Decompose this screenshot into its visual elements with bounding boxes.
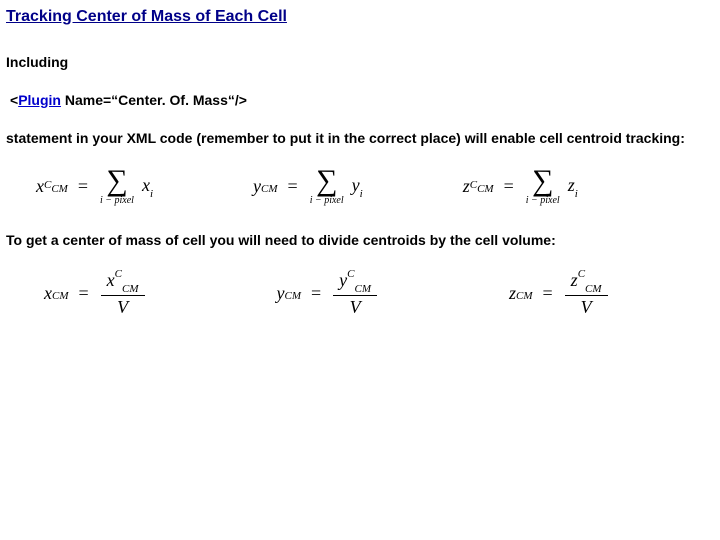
equals-sign-z: = xyxy=(504,176,514,197)
plugin-token: Plugin xyxy=(18,92,61,108)
eq-zc-rhs: zi xyxy=(568,175,578,199)
var-z: z xyxy=(463,176,470,197)
sigma-limit-z: i − pixel xyxy=(526,196,560,206)
sigma-limit-y: i − pixel xyxy=(310,196,344,206)
slide-root: Tracking Center of Mass of Each Cell Inc… xyxy=(0,0,720,540)
sub-cm-y: CM xyxy=(261,183,278,195)
equation-row-centroids: xCCM = ∑ i − pixel xi yCM = ∑ i − pixel … xyxy=(36,167,710,206)
sigma-symbol-z: ∑ xyxy=(532,167,553,194)
sub-cm-z2: CM xyxy=(516,290,533,302)
eq-xcm: xCM = xCCM V xyxy=(44,270,147,318)
para-after-code: statement in your XML code (remember to … xyxy=(6,130,710,148)
var-xi-x: x xyxy=(142,175,150,195)
eq-xc-lhs: xCCM xyxy=(36,176,68,197)
frac-x-den: V xyxy=(111,298,134,318)
eq-ycm-lhs: yCM xyxy=(277,283,302,304)
sub-cm: CM xyxy=(51,183,68,195)
num-z-c: C xyxy=(578,268,585,280)
equals-sign-y2: = xyxy=(311,283,321,304)
eq-yc-rhs: yi xyxy=(352,175,363,199)
equation-row-com: xCM = xCCM V yCM = yCCM V xyxy=(44,270,710,318)
eq-zc: zCCM = ∑ i − pixel zi xyxy=(463,167,578,206)
eq-zcm: zCM = zCCM V xyxy=(509,270,610,318)
num-y: y xyxy=(339,270,347,290)
frac-y: yCCM V xyxy=(333,270,377,318)
num-z: z xyxy=(571,270,578,290)
equals-sign-x2: = xyxy=(79,283,89,304)
var-xi-i: i xyxy=(150,188,153,200)
frac-z-num: zCCM xyxy=(565,270,608,294)
plugin-code-line: <Plugin Name=“Center. Of. Mass“/> xyxy=(6,92,710,108)
frac-y-den: V xyxy=(344,298,367,318)
frac-x: xCCM V xyxy=(101,270,145,318)
var-zi-z: z xyxy=(568,175,575,195)
frac-x-num: xCCM xyxy=(101,270,145,294)
sigma-limit: i − pixel xyxy=(100,196,134,206)
frac-z: zCCM V xyxy=(565,270,608,318)
sup-c: C xyxy=(44,179,51,191)
num-x-cm: CM xyxy=(122,283,139,295)
sup-c-z: C xyxy=(470,179,477,191)
num-x: x xyxy=(107,270,115,290)
slide-title: Tracking Center of Mass of Each Cell xyxy=(6,8,710,26)
frac-z-den: V xyxy=(575,298,598,318)
sigma-symbol-y: ∑ xyxy=(316,167,337,194)
var-yi-i: i xyxy=(360,188,363,200)
var-x: x xyxy=(36,176,44,197)
sigma-z: ∑ i − pixel xyxy=(526,167,560,206)
sigma-x: ∑ i − pixel xyxy=(100,167,134,206)
num-y-c: C xyxy=(347,268,354,280)
var-y: y xyxy=(253,176,261,197)
sub-cm-z: CM xyxy=(477,183,494,195)
eq-xcm-lhs: xCM xyxy=(44,283,69,304)
num-z-cm: CM xyxy=(585,283,602,295)
eq-zc-lhs: zCCM xyxy=(463,176,494,197)
code-lt: < xyxy=(10,92,18,108)
var-yi-y: y xyxy=(352,175,360,195)
eq-zcm-lhs: zCM xyxy=(509,283,533,304)
sub-cm-y2: CM xyxy=(285,290,302,302)
var-z2: z xyxy=(509,283,516,304)
var-zi-i: i xyxy=(575,188,578,200)
eq-xc-rhs: xi xyxy=(142,175,153,199)
eq-yc-lhs: yCM xyxy=(253,176,278,197)
var-x2: x xyxy=(44,283,52,304)
code-rest: Name=“Center. Of. Mass“/> xyxy=(61,92,247,108)
eq-ycm: yCM = yCCM V xyxy=(277,270,380,318)
equals-sign-y: = xyxy=(288,176,298,197)
eq-yc: yCM = ∑ i − pixel yi xyxy=(253,167,363,206)
equals-sign-z2: = xyxy=(543,283,553,304)
frac-y-num: yCCM xyxy=(333,270,377,294)
eq-xc: xCCM = ∑ i − pixel xi xyxy=(36,167,153,206)
frac-bar-y xyxy=(333,295,377,296)
num-y-cm: CM xyxy=(355,283,372,295)
para-including: Including xyxy=(6,54,710,72)
para-divide: To get a center of mass of cell you will… xyxy=(6,232,710,250)
frac-bar-z xyxy=(565,295,608,296)
sigma-symbol: ∑ xyxy=(106,167,127,194)
num-x-c: C xyxy=(115,268,122,280)
frac-bar-x xyxy=(101,295,145,296)
var-y2: y xyxy=(277,283,285,304)
sigma-y: ∑ i − pixel xyxy=(310,167,344,206)
equals-sign: = xyxy=(78,176,88,197)
sub-cm-x2: CM xyxy=(52,290,69,302)
